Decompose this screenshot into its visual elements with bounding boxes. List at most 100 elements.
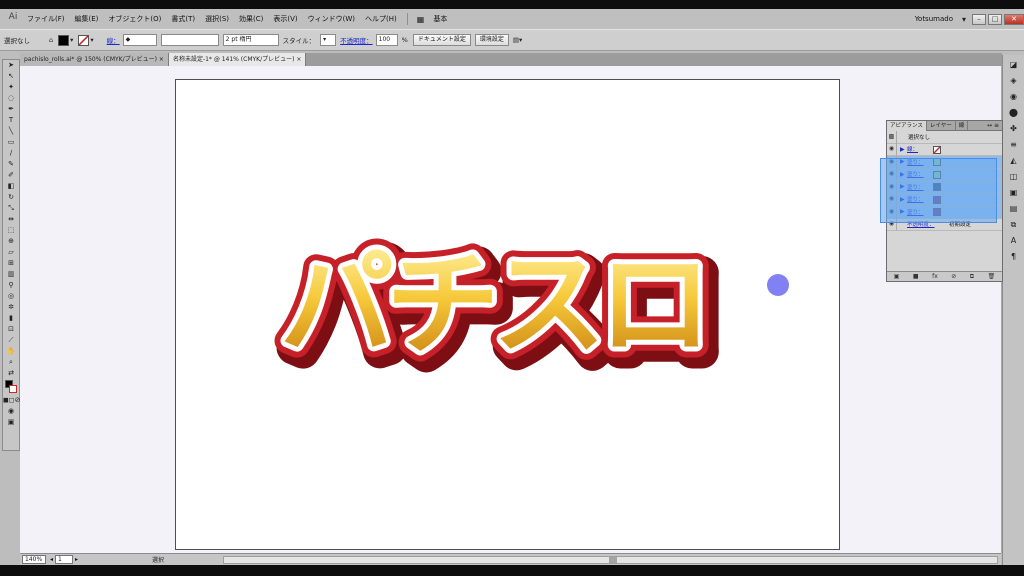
fill-attribute-label[interactable]: 塗り： bbox=[907, 195, 924, 203]
opacity-label[interactable]: 不透明度： bbox=[340, 35, 373, 45]
symbols-panel-icon[interactable]: ✤ bbox=[1006, 123, 1022, 134]
canvas-area[interactable]: パチスロ パチスロ パチスロ パチスロ ▲ ▼ bbox=[20, 66, 1013, 553]
tab-layers[interactable]: レイヤー bbox=[927, 120, 956, 131]
column-graph-tool-icon[interactable]: ▮ bbox=[3, 313, 19, 324]
duplicate-item-icon[interactable]: ⧉ bbox=[970, 273, 974, 281]
fill-stroke-icon[interactable] bbox=[3, 379, 19, 395]
close-icon[interactable]: × bbox=[296, 56, 301, 63]
fill-color-swatch[interactable] bbox=[933, 158, 941, 166]
blob-brush-tool-icon[interactable]: ✐ bbox=[3, 170, 19, 181]
brush-definition-dropdown[interactable]: 2 pt 楕円 bbox=[222, 34, 279, 46]
scale-tool-icon[interactable]: ⤡ bbox=[3, 203, 19, 214]
fill-attribute-label[interactable]: 塗り： bbox=[907, 208, 924, 216]
menu-type[interactable]: 書式(T) bbox=[166, 14, 200, 24]
stroke-color-swatch[interactable] bbox=[933, 145, 941, 154]
shape-builder-tool-icon[interactable]: ⊕ bbox=[3, 236, 19, 247]
expand-arrow-icon[interactable]: ▶ bbox=[900, 183, 905, 190]
tab-appearance[interactable]: アピアランス bbox=[887, 120, 927, 131]
menu-help[interactable]: ヘルプ(H) bbox=[360, 14, 402, 24]
arrange-documents-icon[interactable]: ▦ bbox=[413, 15, 429, 24]
mesh-tool-icon[interactable]: ⊞ bbox=[3, 258, 19, 269]
eye-icon[interactable]: ◉ bbox=[887, 218, 897, 231]
stroke-panel-icon[interactable]: ≡ bbox=[1006, 139, 1022, 150]
variable-width-dropdown[interactable] bbox=[160, 34, 219, 46]
appearance-fill-row[interactable]: ◉ ▶ 塗り： bbox=[887, 205, 1002, 219]
graphic-style-dropdown[interactable]: ▾ bbox=[320, 34, 337, 46]
menu-edit[interactable]: 編集(E) bbox=[70, 14, 104, 24]
expand-arrow-icon[interactable]: ▶ bbox=[900, 208, 905, 215]
layers-panel-icon[interactable]: ⧉ bbox=[1006, 219, 1022, 230]
appearance-stroke-row[interactable]: ◉ ▶ 線： bbox=[887, 143, 1002, 156]
document-setup-button[interactable]: ドキュメント設定 bbox=[412, 34, 471, 46]
symbol-sprayer-tool-icon[interactable]: ✲ bbox=[3, 302, 19, 313]
fill-color-swatch[interactable] bbox=[933, 183, 941, 191]
horizontal-scrollbar[interactable] bbox=[223, 556, 998, 564]
slice-tool-icon[interactable]: ⟋ bbox=[3, 335, 19, 346]
delete-item-icon[interactable]: 🗑 bbox=[988, 273, 996, 280]
paragraph-panel-icon[interactable]: ¶ bbox=[1006, 251, 1022, 262]
stroke-weight-dropdown[interactable]: ◆ bbox=[122, 34, 157, 46]
chevron-down-icon[interactable]: ▾ bbox=[70, 36, 73, 44]
user-name[interactable]: Yotsumado bbox=[910, 15, 958, 23]
eye-icon[interactable]: ◉ bbox=[887, 205, 897, 218]
free-transform-tool-icon[interactable]: ⬚ bbox=[3, 225, 19, 236]
swatches-panel-icon[interactable]: ◉ bbox=[1006, 91, 1022, 102]
menu-effect[interactable]: 効果(C) bbox=[234, 14, 268, 24]
eye-icon[interactable]: ◉ bbox=[887, 193, 897, 206]
color-mode-icon[interactable]: ◼◻⊘ bbox=[3, 395, 21, 406]
lasso-tool-icon[interactable]: ◌ bbox=[3, 93, 19, 104]
rectangle-tool-icon[interactable]: ▭ bbox=[3, 137, 19, 148]
fill-attribute-label[interactable]: 塗り： bbox=[907, 183, 924, 191]
fill-color-swatch[interactable] bbox=[933, 195, 941, 204]
expand-arrow-icon[interactable]: ▶ bbox=[900, 196, 905, 203]
appearance-fill-row[interactable]: ◉ ▶ 塗り： bbox=[887, 155, 1002, 169]
add-new-effect-icon[interactable]: fx bbox=[932, 273, 938, 280]
type-tool-icon[interactable]: T bbox=[3, 115, 19, 126]
menu-view[interactable]: 表示(V) bbox=[268, 14, 302, 24]
color-guide-icon[interactable]: ◈ bbox=[1006, 75, 1022, 86]
screen-mode-icon[interactable]: ▣ bbox=[3, 417, 19, 428]
perspective-grid-tool-icon[interactable]: ▱ bbox=[3, 247, 19, 258]
fill-color-swatch[interactable] bbox=[58, 34, 70, 46]
appearance-fill-row[interactable]: ◉ ▶ 塗り： bbox=[887, 168, 1002, 181]
hand-tool-icon[interactable]: ✋ bbox=[3, 346, 19, 357]
paintbrush-tool-icon[interactable]: ∕ bbox=[3, 148, 19, 159]
clear-appearance-icon[interactable]: ⊘ bbox=[951, 273, 956, 280]
drawing-mode-icon[interactable]: ◉ bbox=[3, 406, 19, 417]
status-mode[interactable]: 選択 bbox=[118, 555, 198, 564]
swap-colors-icon[interactable]: ⇄ bbox=[3, 368, 19, 379]
eyedropper-tool-icon[interactable]: ⚲ bbox=[3, 280, 19, 291]
menu-object[interactable]: オブジェクト(O) bbox=[103, 14, 166, 24]
workspace-switcher[interactable]: 基本 bbox=[428, 14, 452, 24]
selection-tool-icon[interactable]: ➤ bbox=[3, 60, 19, 71]
eye-icon[interactable]: ◉ bbox=[887, 168, 897, 181]
stroke-attribute-label[interactable]: 線： bbox=[907, 145, 918, 153]
color-panel-icon[interactable]: ◪ bbox=[1006, 59, 1022, 70]
rotate-tool-icon[interactable]: ↻ bbox=[3, 192, 19, 203]
fill-color-swatch[interactable] bbox=[933, 170, 941, 179]
fill-attribute-label[interactable]: 塗り： bbox=[907, 158, 924, 166]
magic-wand-tool-icon[interactable]: ✦ bbox=[3, 82, 19, 93]
menu-select[interactable]: 選択(S) bbox=[200, 14, 234, 24]
stroke-color-swatch[interactable] bbox=[78, 34, 90, 46]
fill-attribute-label[interactable]: 塗り： bbox=[907, 170, 924, 178]
graphic-styles-icon[interactable]: ▤ bbox=[1006, 203, 1022, 214]
zoom-tool-icon[interactable]: ⌕ bbox=[3, 357, 19, 368]
appearance-fill-row[interactable]: ◉ ▶ 塗り： bbox=[887, 193, 1002, 206]
pen-tool-icon[interactable]: ✒ bbox=[3, 104, 19, 115]
add-new-stroke-icon[interactable]: ▣ bbox=[894, 273, 900, 280]
gradient-tool-icon[interactable]: ▥ bbox=[3, 269, 19, 280]
chevron-down-icon[interactable]: ▾ bbox=[958, 15, 970, 24]
menu-file[interactable]: ファイル(F) bbox=[22, 14, 70, 24]
artboard-tool-icon[interactable]: ⊡ bbox=[3, 324, 19, 335]
appearance-panel-icon[interactable]: ▣ bbox=[1006, 187, 1022, 198]
stroke-swatch[interactable] bbox=[9, 385, 17, 393]
pencil-tool-icon[interactable]: ✎ bbox=[3, 159, 19, 170]
horizontal-scroll-thumb[interactable] bbox=[609, 557, 617, 563]
opacity-attribute-label[interactable]: 不透明度： bbox=[907, 220, 935, 228]
chevron-down-icon[interactable]: ◂ bbox=[50, 556, 53, 563]
eye-icon[interactable]: ◉ bbox=[887, 155, 897, 168]
close-icon[interactable]: × bbox=[159, 56, 164, 63]
appearance-header-row[interactable]: ▩ 選択なし bbox=[887, 130, 1002, 144]
maximize-button[interactable]: □ bbox=[988, 13, 1002, 25]
